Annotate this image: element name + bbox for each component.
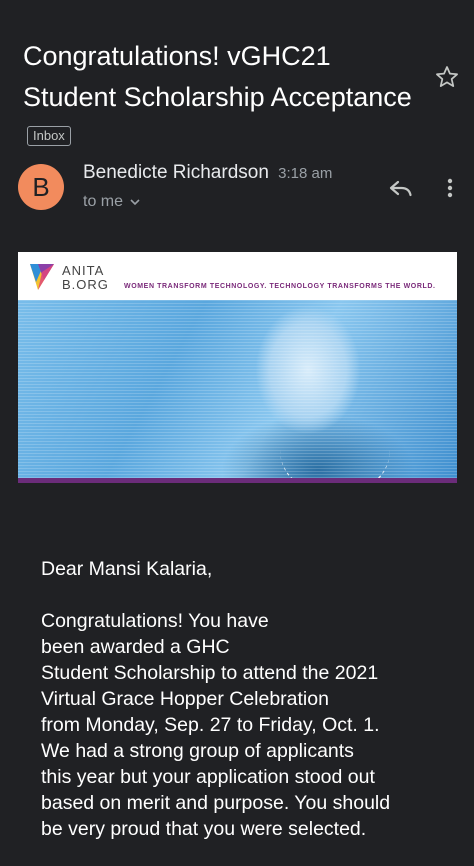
star-icon[interactable]	[434, 64, 460, 90]
sender-name[interactable]: Benedicte Richardson	[83, 162, 269, 183]
email-time: 3:18 am	[278, 165, 333, 182]
subject-text: Congratulations! vGHC21 Student Scholars…	[23, 41, 412, 113]
body-line: Student Scholarship to attend the 2021	[41, 662, 379, 684]
body-line: Virtual Grace Hopper Celebration	[41, 688, 329, 710]
banner-accent-bar	[18, 478, 457, 483]
email-body: Dear Mansi Kalaria, Congratulations! You…	[41, 556, 441, 842]
banner-photo	[18, 300, 457, 478]
anitab-banner-image: ANITA B.ORG WOMEN TRANSFORM TECHNOLOGY. …	[18, 252, 457, 483]
recipient-text: to me	[83, 193, 124, 210]
body-line: based on merit and purpose. You should	[41, 792, 391, 814]
sender-line: Benedicte Richardson 3:18 am	[83, 162, 332, 184]
body-line: be very proud that you were selected.	[41, 818, 367, 840]
body-line: Congratulations! You have	[41, 610, 269, 632]
logo-line-1: ANITA	[62, 263, 105, 278]
chevron-down-icon	[130, 199, 140, 206]
anitab-logo-icon	[30, 264, 54, 290]
email-subject: Congratulations! vGHC21 Student Scholars…	[23, 36, 423, 159]
logo-wordmark: ANITA B.ORG	[62, 264, 109, 292]
greeting: Dear Mansi Kalaria,	[41, 558, 213, 580]
sender-avatar[interactable]: B	[18, 164, 64, 210]
more-vert-icon[interactable]	[440, 176, 460, 200]
banner-header: ANITA B.ORG WOMEN TRANSFORM TECHNOLOGY. …	[18, 252, 457, 300]
logo-line-2: B.ORG	[62, 277, 109, 292]
body-line: from Monday, Sep. 27 to Friday, Oct. 1.	[41, 714, 380, 736]
body-line: been awarded a GHC	[41, 636, 230, 658]
recipient-details-toggle[interactable]: to me	[83, 193, 141, 211]
body-line: this year but your application stood out	[41, 766, 375, 788]
banner-tagline: WOMEN TRANSFORM TECHNOLOGY. TECHNOLOGY T…	[124, 283, 436, 290]
reply-icon[interactable]	[388, 176, 414, 200]
inbox-label-badge[interactable]: Inbox	[27, 125, 71, 146]
body-line: We had a strong group of applicants	[41, 740, 354, 762]
